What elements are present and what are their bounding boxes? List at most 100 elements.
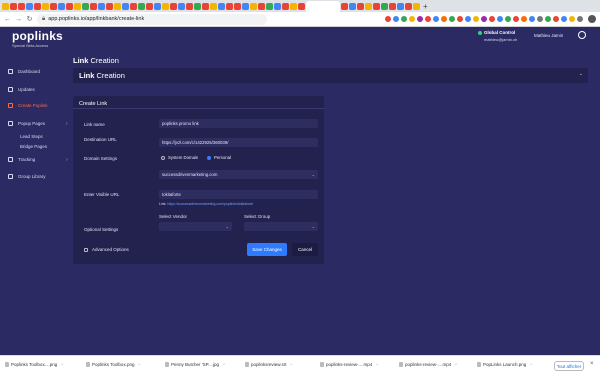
tab-favicon-icon[interactable] — [26, 2, 33, 10]
tab-favicon-icon[interactable] — [341, 2, 348, 10]
tab-favicon-icon[interactable] — [98, 2, 105, 10]
sidebar-item-create-poplink[interactable]: Create Poplink — [8, 103, 48, 108]
extension-icon[interactable] — [457, 16, 463, 22]
tab-favicon-icon[interactable] — [405, 2, 412, 10]
chevron-up-icon[interactable]: ^ — [455, 362, 457, 367]
tab-favicon-icon[interactable] — [365, 2, 372, 10]
tab-favicon-icon[interactable] — [138, 2, 145, 10]
extension-icon[interactable] — [433, 16, 439, 22]
tab-favicon-icon[interactable] — [130, 2, 137, 10]
tab-favicon-icon[interactable] — [194, 2, 201, 10]
tab-favicon-icon[interactable] — [18, 2, 25, 10]
extension-icon[interactable] — [521, 16, 527, 22]
user-account-icon[interactable] — [578, 31, 586, 39]
tab-favicon-icon[interactable] — [234, 2, 241, 10]
chevron-up-icon[interactable]: ^ — [291, 362, 293, 367]
cancel-button[interactable]: Cancel — [292, 243, 318, 256]
tab-favicon-icon[interactable] — [202, 2, 209, 10]
radio-off-icon[interactable] — [161, 155, 165, 160]
extension-icon[interactable] — [385, 16, 391, 22]
extension-icon[interactable] — [425, 16, 431, 22]
tab-favicon-icon[interactable] — [82, 2, 89, 10]
extension-icon[interactable] — [505, 16, 511, 22]
sidebar-subitem-bridge-pages[interactable]: Bridge Pages — [20, 144, 47, 149]
tab-favicon-icon[interactable] — [373, 2, 380, 10]
tab-favicon-icon[interactable] — [218, 2, 225, 10]
tab-favicon-icon[interactable] — [66, 2, 73, 10]
forward-icon[interactable]: → — [15, 16, 22, 23]
sidebar-item-tracking[interactable]: Tracking › — [8, 157, 68, 163]
tab-favicon-icon[interactable] — [290, 2, 297, 10]
close-icon[interactable]: × — [590, 361, 594, 367]
tab-favicon-icon[interactable] — [357, 2, 364, 10]
tab-favicon-icon[interactable] — [282, 2, 289, 10]
tab-favicon-icon[interactable] — [258, 2, 265, 10]
tab-favicon-icon[interactable] — [349, 2, 356, 10]
lock-icon[interactable]: 🔒︎ — [42, 16, 45, 23]
show-all-downloads-button[interactable]: Tout afficher — [554, 361, 584, 371]
download-item[interactable]: Poplinks Toolbox.png ^ — [86, 362, 140, 367]
tab-favicon-icon[interactable] — [250, 2, 257, 10]
tab-favicon-icon[interactable] — [186, 2, 193, 10]
system-domain-radio[interactable]: System Domain — [161, 155, 198, 160]
download-item[interactable]: PopLinks Launch.png ^ — [477, 362, 532, 367]
extension-icon[interactable] — [489, 16, 495, 22]
extension-icon[interactable] — [409, 16, 415, 22]
tab-favicon-icon[interactable] — [42, 2, 49, 10]
address-bar[interactable]: 🔒︎ app.poplinks.io/app/linkbank/create-l… — [37, 13, 267, 25]
active-tab[interactable] — [306, 1, 340, 12]
download-item[interactable]: poplinks-review-....mp4 ^ — [320, 362, 378, 367]
advanced-options-checkbox[interactable]: Advanced Options — [84, 247, 129, 252]
extension-icon[interactable] — [569, 16, 575, 22]
sidebar-item-group-library[interactable]: Group Library — [8, 174, 46, 179]
checkbox-icon[interactable] — [84, 247, 88, 252]
link-name-input[interactable]: poplinks promo link — [159, 119, 318, 128]
download-item[interactable]: poplinksreview.srt ^ — [245, 362, 292, 367]
tab-favicon-icon[interactable] — [106, 2, 113, 10]
sidebar-item-updates[interactable]: Updates — [8, 87, 35, 92]
group-select[interactable]: ⌄ — [244, 222, 318, 231]
extension-icon[interactable] — [545, 16, 551, 22]
extension-icon[interactable] — [553, 16, 559, 22]
personal-domain-radio[interactable]: Personal — [207, 155, 231, 160]
destination-url-input[interactable]: https://jvzl.com/c/1422925/360039/ — [159, 138, 318, 147]
chevron-up-icon[interactable]: ^ — [223, 362, 225, 367]
link-preview-url[interactable]: https://successdrivenmarketing.com/popli… — [167, 202, 253, 206]
reload-icon[interactable]: ↻ — [26, 15, 33, 23]
extension-icon[interactable] — [473, 16, 479, 22]
extension-icon[interactable] — [561, 16, 567, 22]
tab-favicon-icon[interactable] — [162, 2, 169, 10]
extension-icon[interactable] — [449, 16, 455, 22]
sidebar-item-dashboard[interactable]: Dashboard — [8, 69, 40, 74]
tab-favicon-icon[interactable] — [114, 2, 121, 10]
save-changes-button[interactable]: Save Changes — [247, 243, 287, 256]
tab-favicon-icon[interactable] — [146, 2, 153, 10]
download-item[interactable]: Poplinks Toolbox....png ^ — [5, 362, 63, 367]
tab-favicon-icon[interactable] — [170, 2, 177, 10]
chevron-up-icon[interactable]: ^ — [376, 362, 378, 367]
chevron-up-icon[interactable]: ^ — [530, 362, 532, 367]
tab-favicon-icon[interactable] — [389, 2, 396, 10]
url-text[interactable]: app.poplinks.io/app/linkbank/create-link — [48, 16, 144, 22]
download-item[interactable]: Penny Butcher 'SP....jpg ^ — [165, 362, 225, 367]
link-creation-accordion[interactable]: Link Creation ⌄ — [73, 68, 588, 83]
sidebar-subitem-lead-steps[interactable]: Lead Steps — [20, 134, 43, 139]
tab-favicon-icon[interactable] — [210, 2, 217, 10]
extension-icon[interactable] — [497, 16, 503, 22]
extension-icon[interactable] — [537, 16, 543, 22]
back-icon[interactable]: ← — [4, 16, 11, 23]
tab-favicon-icon[interactable] — [74, 2, 81, 10]
extension-icon[interactable] — [417, 16, 423, 22]
profile-avatar[interactable] — [588, 15, 596, 23]
extension-icon[interactable] — [441, 16, 447, 22]
global-control[interactable]: Global Control — [478, 30, 515, 35]
sidebar-item-popup-pages[interactable]: Popup Pages › — [8, 121, 68, 127]
extension-icon[interactable] — [393, 16, 399, 22]
extension-icon[interactable] — [513, 16, 519, 22]
tab-favicon-icon[interactable] — [226, 2, 233, 10]
tab-favicon-icon[interactable] — [266, 2, 273, 10]
tab-favicon-icon[interactable] — [242, 2, 249, 10]
extension-icon[interactable] — [529, 16, 535, 22]
new-tab-button[interactable]: + — [423, 2, 428, 11]
tab-favicon-icon[interactable] — [90, 2, 97, 10]
